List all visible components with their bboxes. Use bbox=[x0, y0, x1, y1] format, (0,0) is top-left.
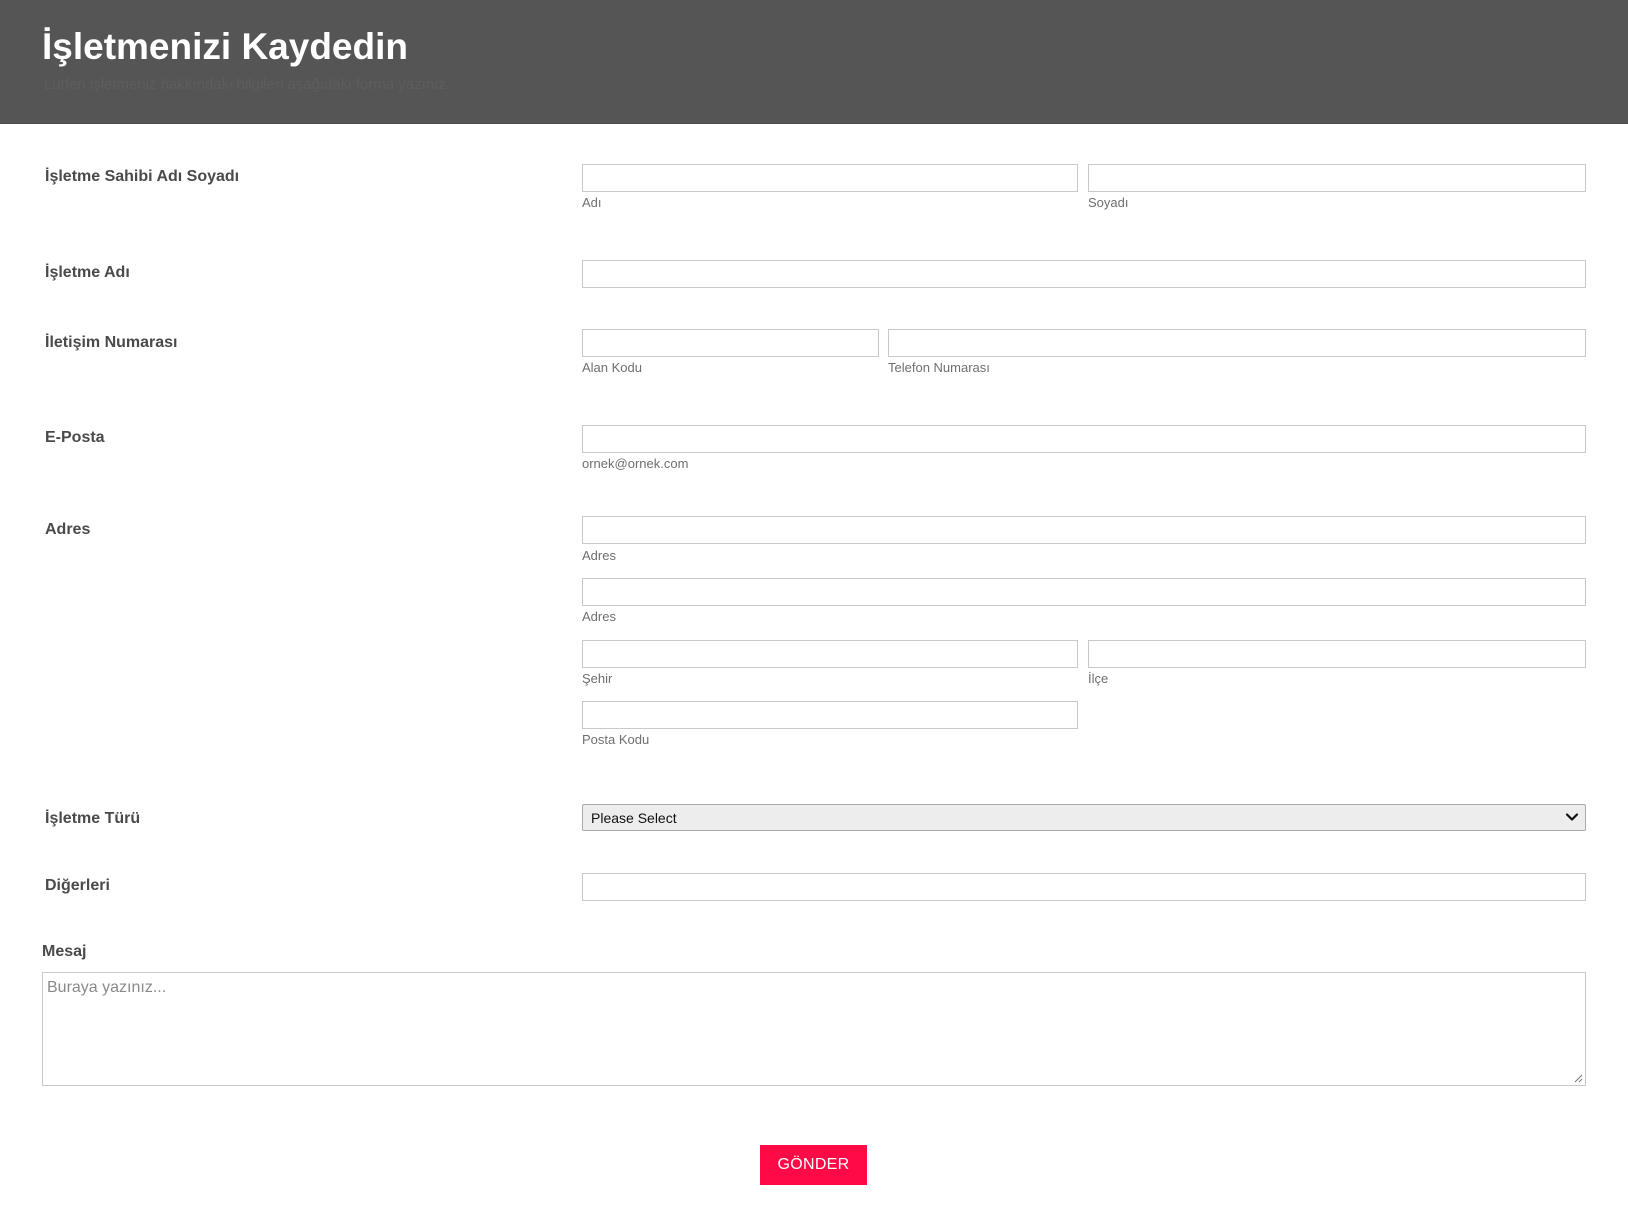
owner-first-name-input[interactable] bbox=[583, 165, 1077, 191]
business-name-label: İşletme Adı bbox=[45, 264, 130, 281]
owner-last-name-input[interactable] bbox=[1089, 165, 1585, 191]
address-line1-input[interactable] bbox=[583, 517, 1585, 543]
address-line2-input[interactable] bbox=[583, 579, 1585, 605]
phone-number-input[interactable] bbox=[889, 330, 1585, 356]
business-type-select[interactable]: Please Select bbox=[582, 804, 1586, 831]
owner-last-name-field[interactable] bbox=[1088, 164, 1586, 192]
owner-last-name-sublabel: Soyadı bbox=[1088, 195, 1129, 210]
email-sublabel: ornek@ornek.com bbox=[582, 456, 689, 471]
others-field[interactable] bbox=[582, 873, 1586, 901]
address-line1-field[interactable] bbox=[582, 516, 1586, 544]
message-textarea[interactable] bbox=[43, 973, 1585, 1085]
business-type-label: İşletme Türü bbox=[45, 810, 141, 827]
form-header: İşletmenizi Kaydedin Lütfen işletmeniz h… bbox=[0, 0, 1628, 124]
phone-number-field[interactable] bbox=[888, 329, 1586, 357]
chevron-down-icon bbox=[1565, 813, 1579, 821]
business-name-field[interactable] bbox=[582, 260, 1586, 288]
message-label: Mesaj bbox=[42, 943, 87, 960]
resize-grip-icon[interactable] bbox=[1573, 1073, 1583, 1083]
area-code-field[interactable] bbox=[582, 329, 879, 357]
address-line2-sublabel: Adres bbox=[582, 609, 616, 624]
area-code-input[interactable] bbox=[583, 330, 878, 356]
phone-label: İletişim Numarası bbox=[45, 334, 178, 351]
address-line2-field[interactable] bbox=[582, 578, 1586, 606]
owner-first-name-field[interactable] bbox=[582, 164, 1078, 192]
address-label: Adres bbox=[45, 521, 91, 538]
city-sublabel: Şehir bbox=[582, 671, 613, 686]
email-input[interactable] bbox=[583, 426, 1585, 452]
others-input[interactable] bbox=[583, 874, 1585, 900]
form-subtitle: Lütfen işletmeniz hakkındaki bilgileri a… bbox=[44, 76, 451, 93]
email-field[interactable] bbox=[582, 425, 1586, 453]
owner-first-name-sublabel: Adı bbox=[582, 195, 602, 210]
postal-code-sublabel: Posta Kodu bbox=[582, 732, 650, 747]
business-name-input[interactable] bbox=[583, 261, 1585, 287]
district-input[interactable] bbox=[1089, 641, 1585, 667]
area-code-sublabel: Alan Kodu bbox=[582, 360, 642, 375]
form-title: İşletmenizi Kaydedin bbox=[42, 26, 408, 67]
district-sublabel: İlçe bbox=[1088, 671, 1109, 686]
message-textarea-wrapper[interactable] bbox=[42, 972, 1586, 1086]
others-label: Diğerleri bbox=[45, 877, 110, 894]
address-line1-sublabel: Adres bbox=[582, 548, 616, 563]
owner-name-label: İşletme Sahibi Adı Soyadı bbox=[45, 168, 240, 185]
phone-number-sublabel: Telefon Numarası bbox=[888, 360, 990, 375]
district-field[interactable] bbox=[1088, 640, 1586, 668]
email-label: E-Posta bbox=[45, 429, 105, 446]
city-field[interactable] bbox=[582, 640, 1078, 668]
postal-code-field[interactable] bbox=[582, 701, 1078, 729]
submit-button[interactable]: GÖNDER bbox=[760, 1145, 867, 1185]
city-input[interactable] bbox=[583, 641, 1077, 667]
business-type-selected-value: Please Select bbox=[591, 810, 677, 826]
postal-code-input[interactable] bbox=[583, 702, 1077, 728]
